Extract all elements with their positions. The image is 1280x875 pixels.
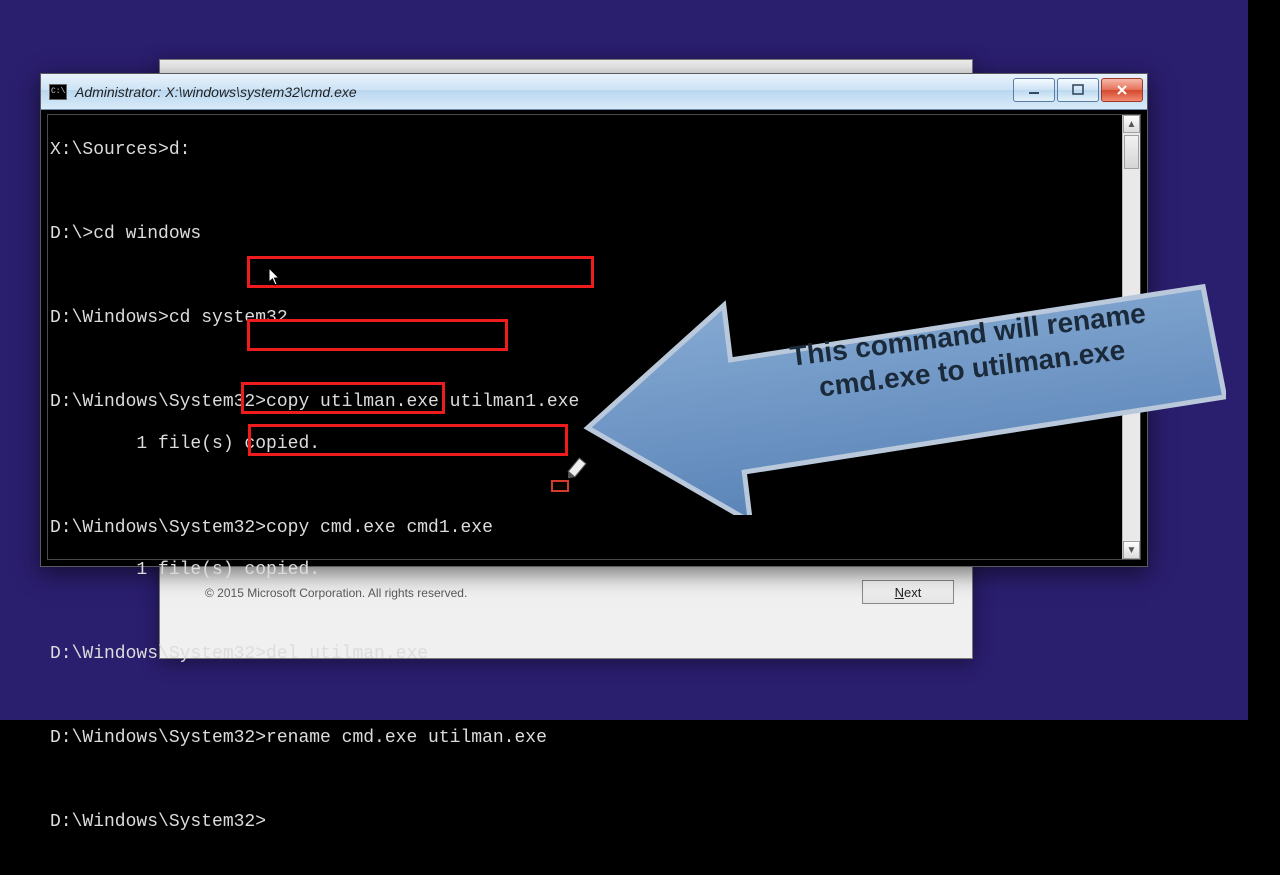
term-line: D:\Windows\System32>del utilman.exe [50, 644, 1120, 665]
close-button[interactable] [1101, 78, 1143, 102]
minimize-icon [1027, 83, 1041, 97]
scroll-thumb[interactable] [1124, 135, 1139, 169]
maximize-icon [1071, 83, 1085, 97]
term-line: 1 file(s) copied. [50, 434, 1120, 455]
term-line: 1 file(s) copied. [50, 560, 1120, 581]
scroll-down-button[interactable]: ▼ [1123, 541, 1140, 559]
term-line: X:\Sources>d: [50, 140, 1120, 161]
window-title: Administrator: X:\windows\system32\cmd.e… [75, 84, 357, 100]
minimize-button[interactable] [1013, 78, 1055, 102]
term-line: D:\Windows>cd system32 [50, 308, 1120, 329]
term-line: D:\Windows\System32>copy cmd.exe cmd1.ex… [50, 518, 1120, 539]
annotation-small-box [551, 480, 569, 492]
titlebar[interactable]: Administrator: X:\windows\system32\cmd.e… [41, 74, 1147, 110]
desktop-background: © 2015 Microsoft Corporation. All rights… [0, 0, 1248, 720]
cmd-icon [49, 84, 67, 100]
terminal-output[interactable]: X:\Sources>d: D:\>cd windows D:\Windows>… [48, 115, 1122, 559]
terminal-body: X:\Sources>d: D:\>cd windows D:\Windows>… [47, 114, 1141, 560]
maximize-button[interactable] [1057, 78, 1099, 102]
term-line: D:\>cd windows [50, 224, 1120, 245]
cmd-window: Administrator: X:\windows\system32\cmd.e… [40, 73, 1148, 567]
term-line: D:\Windows\System32>copy utilman.exe uti… [50, 392, 1120, 413]
vertical-scrollbar[interactable]: ▲ ▼ [1122, 115, 1140, 559]
term-line: D:\Windows\System32>rename cmd.exe utilm… [50, 728, 1120, 749]
term-line: D:\Windows\System32> [50, 812, 1120, 833]
close-icon [1115, 83, 1129, 97]
window-controls [1013, 78, 1143, 102]
scroll-up-button[interactable]: ▲ [1123, 115, 1140, 133]
